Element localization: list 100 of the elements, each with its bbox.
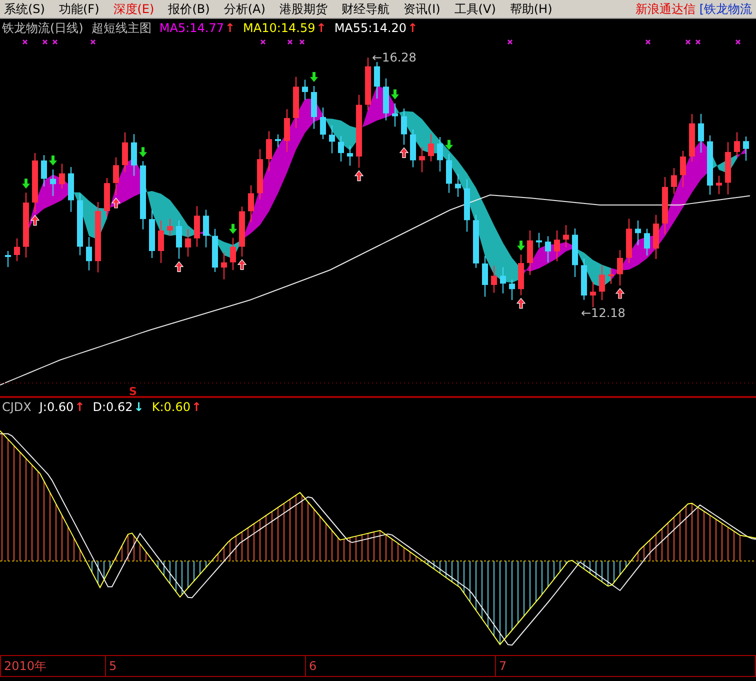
brand-name: 新浪通达信 bbox=[635, 0, 696, 18]
candlestick bbox=[473, 214, 479, 268]
candlestick bbox=[293, 76, 299, 128]
candlestick bbox=[671, 168, 677, 194]
down-arrow-icon bbox=[517, 240, 525, 251]
candlestick bbox=[194, 206, 200, 248]
low-price-label: ←12.18 bbox=[581, 306, 626, 320]
up-arrow-icon bbox=[174, 261, 184, 272]
menu-item[interactable]: 帮助(H) bbox=[510, 0, 552, 18]
trend-arrow: ↑ bbox=[316, 21, 326, 35]
candlestick bbox=[86, 236, 92, 271]
candlestick bbox=[338, 136, 344, 162]
candlestick bbox=[545, 236, 551, 263]
candlestick bbox=[698, 113, 704, 154]
candlestick bbox=[743, 136, 749, 162]
candlestick bbox=[14, 238, 20, 262]
candlestick bbox=[95, 201, 101, 273]
menu-item[interactable]: 系统(S) bbox=[4, 0, 45, 18]
candlestick bbox=[176, 220, 182, 260]
candlestick bbox=[140, 160, 146, 230]
candlestick bbox=[185, 228, 191, 258]
candlestick bbox=[527, 230, 533, 276]
up-arrow-icon bbox=[615, 288, 625, 299]
trend-arrow: ↑ bbox=[191, 400, 202, 414]
trend-arrow: ↑ bbox=[224, 21, 236, 35]
candlestick bbox=[626, 218, 632, 264]
candlestick bbox=[482, 255, 488, 298]
trend-arrow: ↓ bbox=[134, 400, 144, 414]
formula-name: 超短线主图 bbox=[91, 20, 152, 36]
up-arrow-icon bbox=[111, 198, 121, 208]
candlestick bbox=[374, 62, 380, 100]
indicator-value: J:0.60 bbox=[39, 400, 74, 414]
window-caption: [铁龙物流 bbox=[699, 0, 752, 18]
candlestick bbox=[464, 178, 470, 232]
up-arrow-icon bbox=[30, 214, 40, 226]
menu-item[interactable]: 报价(B) bbox=[168, 0, 210, 18]
candlestick bbox=[455, 174, 461, 198]
candlestick bbox=[158, 220, 164, 264]
up-arrow-icon bbox=[237, 259, 247, 270]
menu-item[interactable]: 功能(F) bbox=[58, 0, 100, 18]
menu-item[interactable]: 资讯(I) bbox=[403, 0, 440, 18]
ma-ribbon-band bbox=[737, 147, 746, 159]
candlestick bbox=[59, 163, 65, 190]
indicator-value: K:0.60 bbox=[152, 400, 190, 414]
candlestick bbox=[491, 265, 497, 294]
candlestick bbox=[203, 209, 209, 248]
candlestick bbox=[590, 281, 596, 308]
candlestick bbox=[410, 128, 416, 168]
candlestick bbox=[518, 254, 524, 296]
candlestick bbox=[707, 134, 713, 196]
candlestick bbox=[581, 258, 587, 300]
candlestick bbox=[248, 184, 254, 223]
axis-label: 5 bbox=[105, 656, 305, 676]
candlestick bbox=[446, 153, 452, 194]
down-arrow-icon bbox=[229, 224, 237, 234]
candlestick bbox=[437, 136, 443, 172]
sell-signal-mark: S bbox=[129, 385, 137, 396]
indicator-name: CJDX bbox=[2, 400, 32, 414]
candlestick bbox=[689, 113, 695, 162]
candlestick bbox=[662, 176, 668, 234]
trend-arrow: ↑ bbox=[74, 400, 85, 414]
candlestick bbox=[500, 266, 506, 294]
candlestick bbox=[716, 175, 722, 195]
up-arrow-icon bbox=[354, 170, 364, 182]
indicator-value: MA5:14.77 bbox=[159, 21, 224, 35]
candlestick bbox=[5, 250, 11, 268]
down-arrow-icon bbox=[22, 178, 30, 189]
menu-item[interactable]: 财经导航 bbox=[341, 0, 390, 18]
axis-label: 2010年 bbox=[3, 658, 48, 675]
up-arrow-icon bbox=[516, 298, 526, 309]
candlestick bbox=[32, 152, 38, 213]
trend-arrow: ↑ bbox=[408, 21, 418, 35]
candlestick bbox=[644, 228, 650, 256]
candlestick bbox=[284, 108, 290, 152]
candlestick bbox=[617, 250, 623, 286]
candlestick bbox=[419, 146, 425, 173]
candlestick bbox=[122, 132, 128, 173]
candlestick bbox=[230, 237, 236, 271]
candlestick bbox=[725, 142, 731, 195]
candlestick bbox=[275, 134, 281, 148]
down-arrow-icon bbox=[445, 140, 453, 150]
indicator-value: MA55:14.20 bbox=[334, 21, 407, 35]
candlestick bbox=[392, 102, 398, 128]
candlestick bbox=[365, 57, 371, 111]
candlestick bbox=[41, 154, 47, 188]
candlestick bbox=[635, 220, 641, 246]
indicator-value: MA10:14.59 bbox=[243, 21, 316, 35]
menu-item[interactable]: 港股期货 bbox=[279, 0, 328, 18]
menu-item[interactable]: 分析(A) bbox=[224, 0, 266, 18]
candlestick bbox=[509, 279, 515, 300]
candlestick bbox=[257, 148, 263, 200]
menu-item[interactable]: 工具(V) bbox=[454, 0, 496, 18]
candlestick bbox=[104, 178, 110, 217]
candlestick bbox=[167, 218, 173, 236]
candlestick bbox=[113, 156, 119, 196]
candlestick bbox=[599, 265, 605, 301]
down-arrow-icon bbox=[139, 147, 147, 158]
candlestick bbox=[77, 193, 83, 256]
down-arrow-icon bbox=[310, 72, 318, 82]
candlestick bbox=[311, 86, 317, 130]
